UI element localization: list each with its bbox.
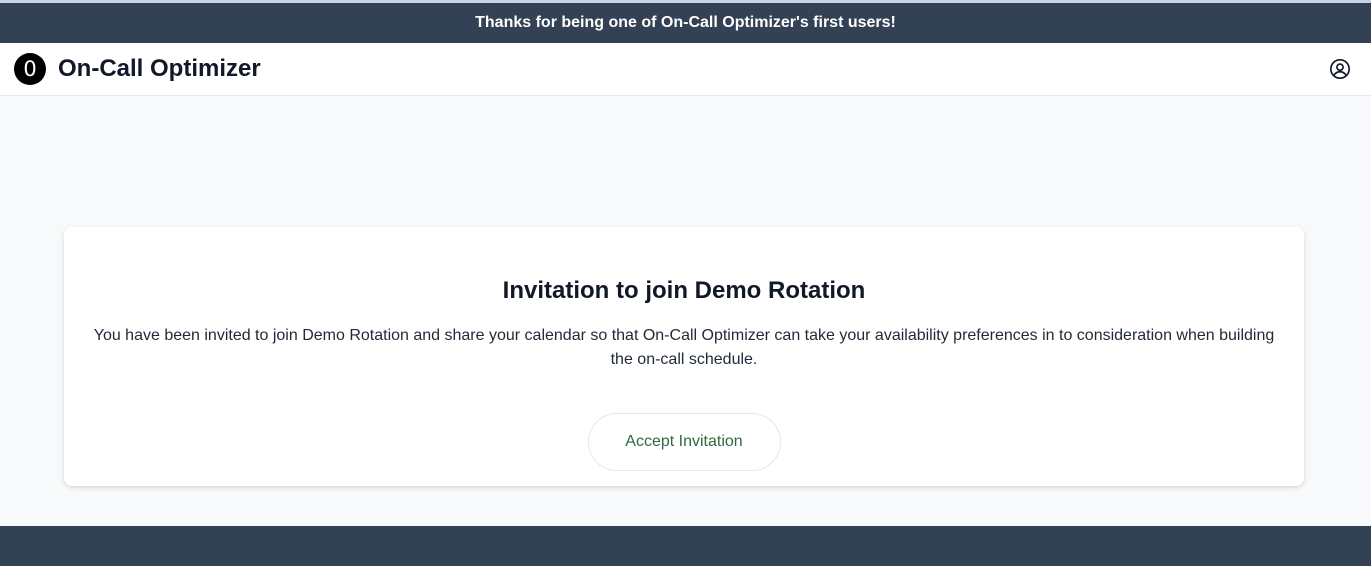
brand-home-link[interactable]: 0 On-Call Optimizer [14, 53, 261, 85]
main-content: Invitation to join Demo Rotation You hav… [0, 96, 1371, 526]
app-logo: 0 [14, 53, 46, 85]
app-name: On-Call Optimizer [58, 55, 261, 82]
announcement-text: Thanks for being one of On-Call Optimize… [475, 14, 896, 31]
invitation-message: You have been invited to join Demo Rotat… [93, 327, 1275, 368]
accept-invitation-button[interactable]: Accept Invitation [587, 413, 781, 471]
user-circle-icon [1330, 59, 1350, 79]
invitation-title: Invitation to join Demo Rotation [502, 277, 866, 304]
invitation-card: Invitation to join Demo Rotation You hav… [64, 227, 1304, 486]
profile-button[interactable] [1327, 56, 1353, 82]
navbar: 0 On-Call Optimizer [0, 43, 1371, 96]
footer [0, 526, 1371, 566]
announcement-banner: Thanks for being one of On-Call Optimize… [0, 3, 1371, 43]
